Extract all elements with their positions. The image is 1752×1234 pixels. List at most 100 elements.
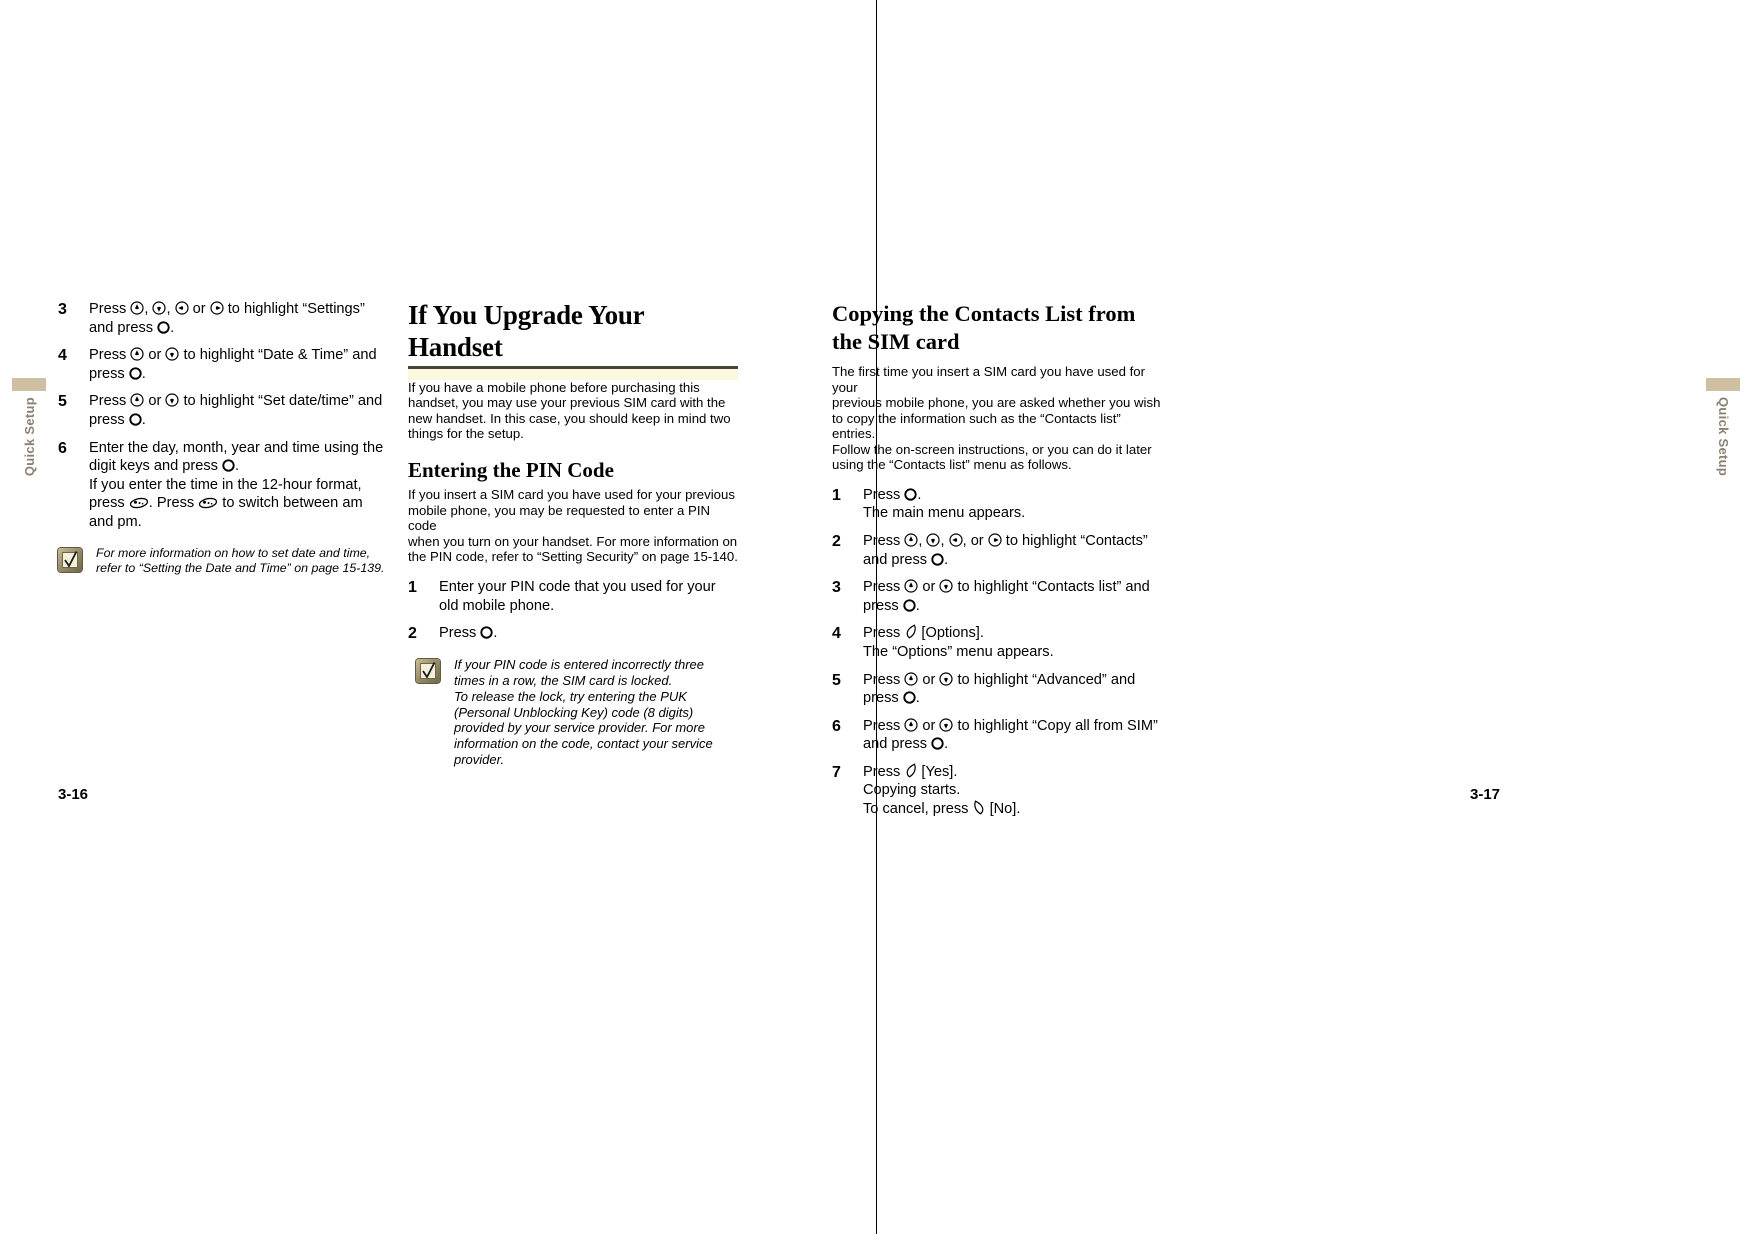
- intro-paragraph: If you have a mobile phone before purcha…: [408, 380, 738, 442]
- step-line: The “Options” menu appears.: [863, 643, 1054, 660]
- period: .: [944, 551, 949, 568]
- press-word: press: [89, 411, 129, 428]
- press-word: Press: [863, 532, 905, 549]
- or-word: or: [918, 717, 940, 734]
- page-number-right: 3-17: [1470, 786, 1501, 803]
- step-number: 3: [832, 579, 841, 597]
- step-line: Copying starts.: [863, 782, 961, 799]
- target-label: “Date & Time” and: [258, 347, 377, 364]
- section-title: Entering the PIN Code: [408, 457, 614, 482]
- nav-up-key-icon: [130, 347, 144, 361]
- step-text: Press .: [439, 624, 738, 643]
- period: .: [915, 597, 920, 614]
- sep: ,: [918, 532, 927, 549]
- center-select-key-icon: [904, 488, 918, 501]
- thumb-tab-left: Quick Setup: [12, 378, 46, 476]
- intro-paragraph: The first time you insert a SIM card you…: [832, 364, 1162, 473]
- sep: ,: [144, 301, 153, 317]
- highlight-phrase: to highlight: [223, 301, 303, 317]
- step-line: Enter the day, month, year and time usin…: [89, 439, 384, 456]
- list-item: 2 Press .: [408, 624, 738, 643]
- thumb-tab-label: Quick Setup: [22, 397, 37, 477]
- period: .: [235, 458, 240, 475]
- step-line: and pm.: [89, 513, 142, 530]
- list-item: 5 Press or to highlight “Advanced” and p…: [832, 671, 1162, 708]
- step-number: 2: [832, 532, 841, 550]
- center-select-key-icon: [931, 737, 944, 750]
- step-line: digit keys and press: [89, 458, 223, 475]
- list-item: 1 Press . The main menu appears.: [832, 486, 1162, 523]
- center-select-key-icon: [480, 626, 494, 639]
- nav-right-key-icon: [988, 533, 1002, 547]
- body-line: mobile phone, you may be requested to en…: [408, 502, 711, 534]
- step-number: 5: [832, 671, 841, 689]
- press-word: Press: [89, 393, 131, 410]
- body-line: when you turn on your handset. For more …: [408, 533, 738, 549]
- softkey-label: [No].: [985, 801, 1021, 818]
- target-label: “Advanced” and: [1032, 671, 1136, 688]
- period: .: [493, 625, 498, 642]
- center-select-key-icon: [903, 599, 916, 612]
- body-line: If you insert a SIM card you have used f…: [408, 487, 735, 503]
- step-line: To cancel, press: [863, 801, 973, 818]
- step-number: 2: [408, 625, 417, 643]
- nav-down-key-icon: [926, 533, 941, 547]
- body-line: things for the setup.: [408, 426, 524, 442]
- and-press: and press: [89, 319, 158, 336]
- list-item: 6 Press or to highlight “Copy all from S…: [832, 717, 1162, 754]
- star-key-icon: [129, 497, 149, 509]
- thumb-tab-right: Quick Setup: [1706, 378, 1740, 476]
- step-text: Press , , , or to highlight “Contacts” a…: [863, 532, 1162, 569]
- highlight-phrase: to highlight: [179, 393, 259, 410]
- list-item: 3 Press or to highlight “Contacts list” …: [832, 578, 1162, 615]
- page-title: Copying the Contacts List from the SIM c…: [832, 301, 1136, 355]
- list-item: 5 Press or to highlight “Set date/time” …: [58, 392, 388, 429]
- center-select-key-icon: [222, 459, 235, 472]
- press-word: Press: [439, 625, 481, 642]
- target-label: “Settings”: [302, 301, 365, 317]
- note-line: If your PIN code is entered incorrectly …: [454, 657, 705, 673]
- note-line: provider.: [454, 751, 505, 767]
- note-callout: For more information on how to set date …: [58, 546, 388, 576]
- body-line: previous mobile phone, you are asked whe…: [832, 395, 1161, 411]
- list-item: 3 Press , , or to highlight “Settings” a…: [58, 300, 388, 337]
- body-line: using the “Contacts list” menu as follow…: [832, 457, 1072, 473]
- softkey-label: [Options].: [917, 625, 984, 642]
- press-word: Press: [89, 301, 131, 317]
- page-title: If You Upgrade Your Handset: [408, 300, 644, 362]
- note-line: information on the code, contact your se…: [454, 736, 713, 752]
- list-item: 2 Press , , , or to highlight “Contacts”…: [832, 532, 1162, 569]
- period: .: [141, 365, 146, 382]
- body-line: to copy the information such as the “Con…: [832, 410, 1121, 442]
- right-softkey-icon: [973, 800, 986, 815]
- nav-up-key-icon: [904, 671, 918, 686]
- nav-left-key-icon: [948, 533, 963, 547]
- nav-down-key-icon: [939, 718, 954, 732]
- period: .: [170, 319, 175, 336]
- highlight-phrase: to highlight: [953, 717, 1033, 734]
- step-number: 1: [408, 578, 417, 596]
- step-text: Press or to highlight “Date & Time” and …: [89, 346, 388, 383]
- step-number: 4: [58, 347, 67, 365]
- or-word: or: [144, 347, 166, 364]
- body-line: new handset. In this case, you should ke…: [408, 410, 731, 426]
- target-label: “Set date/time” and: [258, 393, 383, 410]
- step-text: Press , , or to highlight “Settings” and…: [89, 300, 388, 337]
- step-text: Press . The main menu appears.: [863, 486, 1162, 523]
- step-text: Press [Yes]. Copying starts. To cancel, …: [863, 763, 1162, 819]
- note-text: If your PIN code is entered incorrectly …: [454, 657, 738, 768]
- heading-accent-band: [408, 368, 738, 380]
- step-text: Enter the day, month, year and time usin…: [89, 439, 388, 532]
- step-number: 7: [832, 763, 841, 781]
- list-item: 7 Press [Yes]. Copying starts. To cancel…: [832, 763, 1162, 819]
- body-line: If you have a mobile phone before purcha…: [408, 379, 700, 395]
- target-label: “Copy all from SIM”: [1032, 717, 1158, 734]
- step-text: Press or to highlight “Contacts list” an…: [863, 578, 1162, 615]
- list-item: 4 Press [Options]. The “Options” menu ap…: [832, 624, 1162, 661]
- check-note-icon: [416, 659, 440, 684]
- press-word: press: [863, 690, 903, 707]
- center-select-key-icon: [129, 413, 142, 426]
- step-number: 1: [832, 486, 841, 504]
- press-word: Press: [863, 486, 905, 503]
- highlight-phrase: to highlight: [179, 347, 259, 364]
